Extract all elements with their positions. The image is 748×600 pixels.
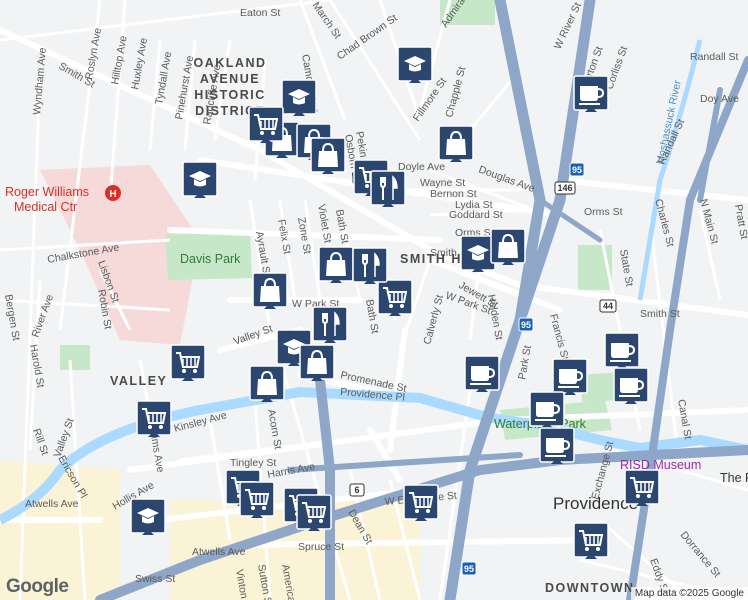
- svg-text:95: 95: [572, 165, 582, 175]
- interstate-95-shield: 95: [569, 162, 585, 177]
- interstate-95-shield: 95: [518, 317, 534, 332]
- grocery-marker[interactable]: [403, 484, 439, 522]
- street-label: Randall St: [690, 51, 739, 63]
- route-44-shield: 44: [599, 299, 617, 313]
- poi-the-r: The R: [720, 471, 748, 485]
- park-valley: [60, 345, 90, 370]
- district-oakland-1: OAKLAND: [194, 56, 267, 70]
- restaurant-marker[interactable]: [370, 170, 406, 208]
- street-label: Tingley St: [230, 457, 276, 469]
- street-label: Smith St: [640, 308, 680, 320]
- svg-text:6: 6: [354, 485, 359, 495]
- cafe-marker[interactable]: [529, 391, 565, 429]
- cafe-marker[interactable]: [573, 75, 609, 113]
- map-attribution: Map data ©2025 Google: [630, 587, 748, 600]
- google-logo: Google: [6, 576, 69, 597]
- hospital-icon-glyph: H: [109, 189, 116, 200]
- cafe-marker[interactable]: [613, 367, 649, 405]
- svg-text:146: 146: [557, 183, 572, 193]
- poi-rw-medical-2: Medical Ctr: [14, 200, 77, 214]
- street-label: Doy Ave: [700, 93, 739, 105]
- grocery-marker[interactable]: [624, 469, 660, 507]
- grocery-marker[interactable]: [377, 279, 413, 317]
- grocery-marker[interactable]: [296, 494, 332, 532]
- school-marker[interactable]: [281, 79, 317, 117]
- poi-rw-medical-1: Roger Williams: [5, 185, 89, 199]
- street-label: Swiss St: [135, 573, 175, 585]
- cafe-marker[interactable]: [604, 332, 640, 370]
- shopping-marker[interactable]: [249, 365, 285, 403]
- grocery-marker[interactable]: [170, 344, 206, 382]
- grocery-marker[interactable]: [136, 400, 172, 438]
- street-label: Atwells Ave: [25, 498, 79, 510]
- shopping-marker[interactable]: [438, 125, 474, 163]
- school-marker[interactable]: [460, 235, 496, 273]
- map-canvas[interactable]: OAKLAND AVENUE HISTORIC DISTRICT SMITH H…: [0, 0, 748, 600]
- district-downtown: DOWNTOWN: [545, 581, 635, 595]
- shopping-marker[interactable]: [318, 246, 354, 284]
- grocery-marker[interactable]: [573, 522, 609, 560]
- interstate-95-shield: 95: [461, 561, 477, 576]
- street-label: Spruce St: [298, 541, 344, 553]
- restaurant-marker[interactable]: [312, 306, 348, 344]
- street-label: Goddard St: [449, 209, 503, 221]
- poi-davis-park: Davis Park: [180, 252, 241, 266]
- school-marker[interactable]: [130, 498, 166, 536]
- cafe-marker[interactable]: [552, 358, 588, 396]
- shopping-marker[interactable]: [310, 137, 346, 175]
- street-label: Eaton St: [240, 7, 280, 19]
- restaurant-marker[interactable]: [352, 247, 388, 285]
- school-marker[interactable]: [182, 161, 218, 199]
- shopping-marker[interactable]: [490, 228, 526, 266]
- shopping-marker[interactable]: [299, 344, 335, 382]
- route-146-shield: 146: [554, 181, 576, 195]
- cafe-marker[interactable]: [464, 355, 500, 393]
- svg-text:44: 44: [603, 301, 613, 311]
- route-6-shield: 6: [349, 483, 365, 497]
- street-label: Atwells Ave: [192, 546, 246, 558]
- school-marker[interactable]: [397, 46, 433, 84]
- shopping-marker[interactable]: [252, 272, 288, 310]
- grocery-marker[interactable]: [239, 481, 275, 519]
- district-valley: VALLEY: [110, 374, 167, 388]
- svg-text:95: 95: [464, 564, 474, 574]
- svg-text:95: 95: [521, 320, 531, 330]
- street-label: Orms St: [584, 206, 623, 218]
- cafe-marker[interactable]: [539, 427, 575, 465]
- grocery-marker[interactable]: [248, 106, 284, 144]
